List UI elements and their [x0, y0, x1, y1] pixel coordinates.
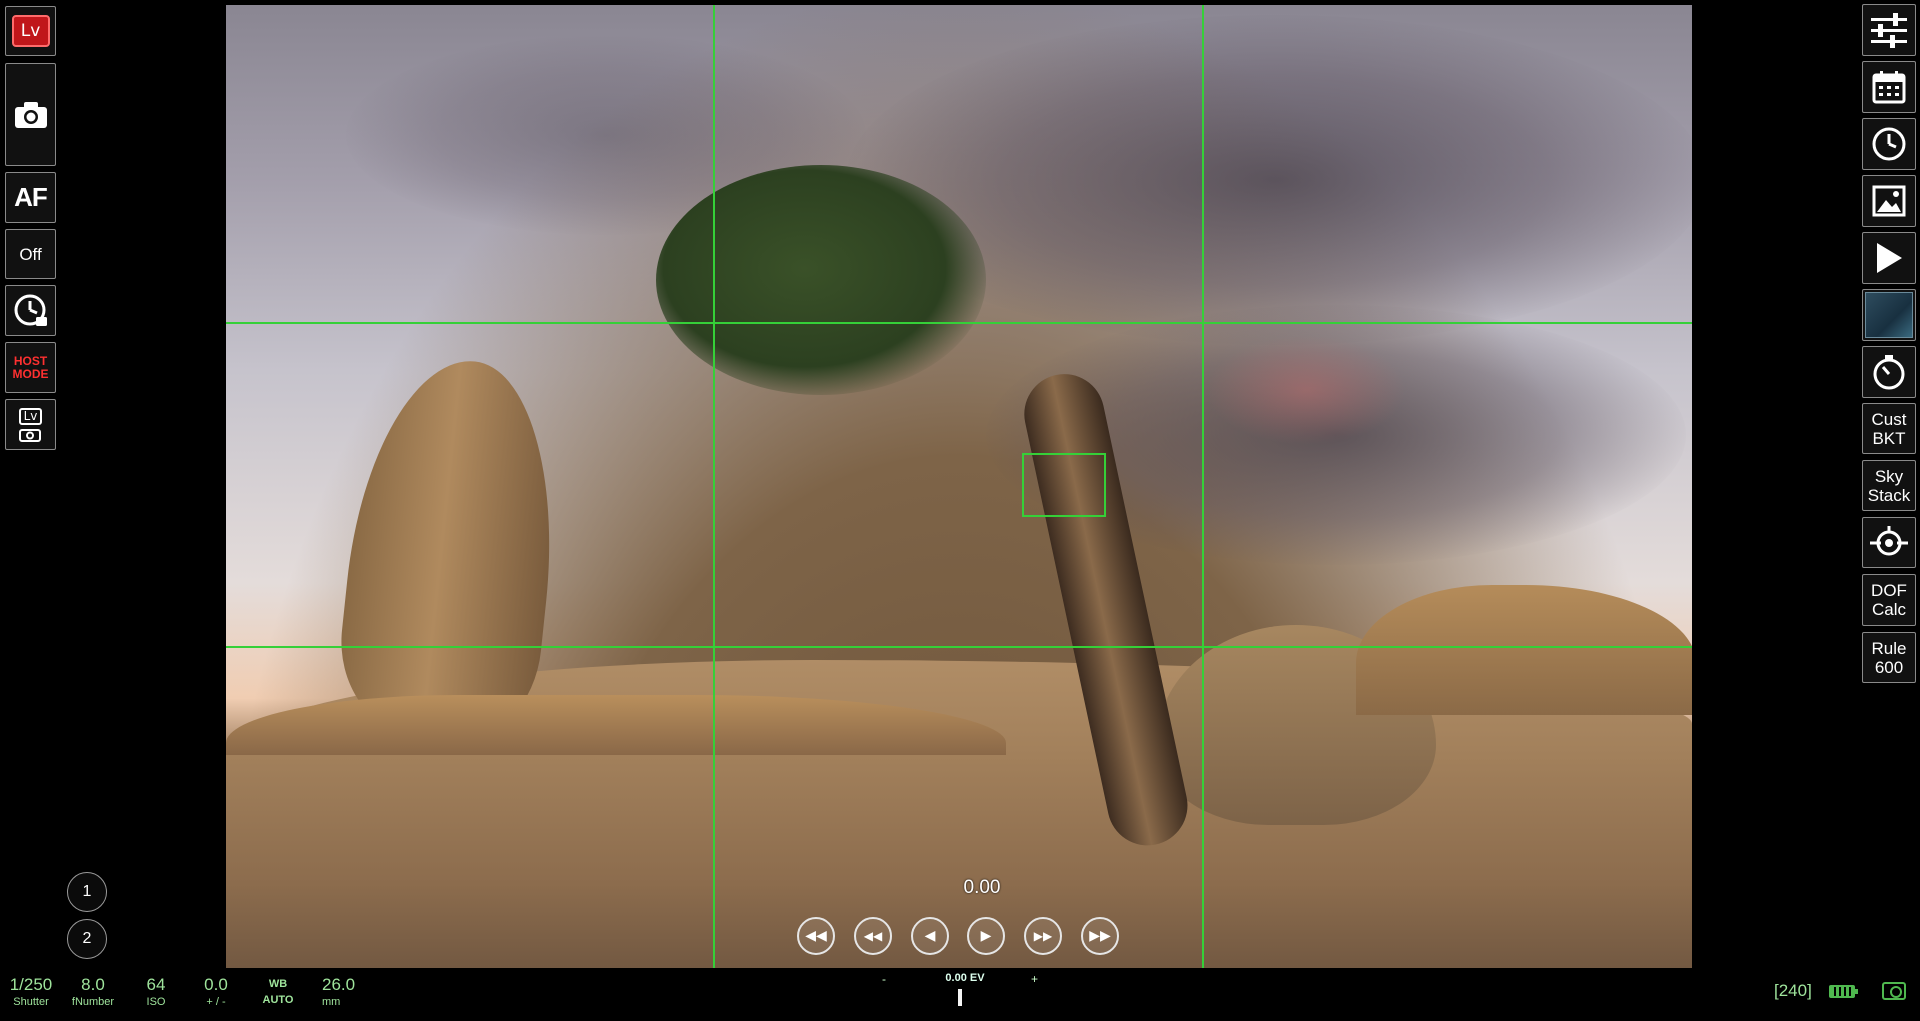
crosshair-icon: [1870, 525, 1908, 555]
small-camera-icon: [19, 428, 42, 442]
preset-1-button[interactable]: 1: [67, 872, 107, 912]
grid-line-vertical-2: [1202, 5, 1204, 968]
host-mode-button[interactable]: HOST MODE: [5, 342, 56, 393]
camera-status-icon: [1882, 982, 1906, 1000]
lv-capture-button[interactable]: Lv: [5, 399, 56, 450]
fast-rewind-icon: ◀◀: [805, 928, 827, 944]
live-view-label: Lv: [20, 21, 41, 41]
autofocus-button[interactable]: AF: [5, 172, 56, 223]
clock-history-icon: [1872, 127, 1906, 161]
dof-calc-button[interactable]: DOF Calc: [1862, 574, 1916, 626]
fnumber-value: 8.0: [81, 975, 105, 994]
sky-stack-label-1: Sky: [1874, 466, 1904, 486]
lrtimelapse-icon: [1865, 292, 1913, 338]
skip-forward-icon: ▶▶: [1089, 928, 1111, 944]
mode-off-button[interactable]: Off: [5, 229, 56, 279]
rewind-icon: ◀◀: [863, 929, 883, 943]
skip-forward-button[interactable]: ▶▶: [1081, 917, 1119, 955]
step-forward-button[interactable]: ▶: [967, 917, 1005, 955]
grid-line-horizontal-2: [226, 646, 1692, 648]
battery-icon: [1829, 985, 1858, 998]
white-balance-value: AUTO: [262, 994, 294, 1006]
live-view-image[interactable]: 0.00 ◀◀ ◀◀ ◀ ▶ ▶▶ ▶▶: [226, 5, 1692, 968]
tree-canopy: [656, 165, 986, 395]
iso-status[interactable]: 64 ISO: [138, 976, 174, 1010]
scheduler-button[interactable]: [1862, 61, 1916, 113]
shutter-label: Shutter: [13, 996, 49, 1008]
step-forward-icon: ▶: [980, 928, 992, 944]
fast-rewind-button[interactable]: ◀◀: [797, 917, 835, 955]
fast-forward-button[interactable]: ▶▶: [1024, 917, 1062, 955]
exposure-compensation-status[interactable]: 0.0 + / -: [198, 976, 234, 1010]
iso-value: 64: [146, 975, 166, 994]
shutter-status[interactable]: 1/250 Shutter: [6, 976, 56, 1010]
focal-length-label: mm: [322, 996, 341, 1008]
capture-button[interactable]: [5, 63, 56, 166]
mode-off-label: Off: [19, 244, 42, 264]
timelapse-icon: [14, 294, 47, 326]
fnumber-label: fNumber: [71, 996, 115, 1008]
autofocus-label: AF: [14, 182, 48, 212]
distant-rocks-right: [1356, 585, 1692, 715]
iso-label: ISO: [146, 996, 166, 1008]
gallery-button[interactable]: [1862, 175, 1916, 227]
white-balance-status[interactable]: WB AUTO: [258, 976, 298, 1008]
sky-stack-label-2: Stack: [1867, 485, 1911, 505]
ev-scale-marker: [958, 989, 962, 1006]
dof-calc-label-1: DOF: [1871, 581, 1907, 600]
white-balance-label: WB: [268, 978, 288, 990]
live-view-icon: Lv: [11, 15, 50, 47]
dof-calc-label-2: Calc: [1871, 600, 1906, 619]
rewind-button[interactable]: ◀◀: [854, 917, 892, 955]
grid-line-vertical-1: [713, 5, 715, 968]
preset-2-button[interactable]: 2: [67, 919, 107, 959]
exposure-compensation-label: + / -: [206, 996, 226, 1008]
rule-600-button[interactable]: Rule 600: [1862, 632, 1916, 683]
step-back-button[interactable]: ◀: [911, 917, 949, 955]
ev-scale-plus: +: [1031, 972, 1039, 986]
history-timer-button[interactable]: [1862, 118, 1916, 170]
exposure-compensation-value: 0.0: [204, 975, 228, 994]
calendar-icon: [1872, 71, 1906, 104]
playback-button[interactable]: [1862, 232, 1916, 284]
fast-forward-icon: ▶▶: [1033, 929, 1053, 943]
focus-area-box[interactable]: [1022, 453, 1106, 517]
ev-overlay-value: 0.00: [963, 877, 1001, 898]
host-mode-label-2: MODE: [12, 366, 49, 381]
ev-scale-readout: 0.00 EV: [945, 972, 985, 984]
self-timer-button[interactable]: [1862, 346, 1916, 398]
camera-icon: [14, 101, 47, 128]
focal-length-value: 26.0: [322, 975, 356, 994]
intervalometer-button[interactable]: [5, 285, 56, 336]
host-mode-label-1: HOST: [13, 353, 48, 368]
settings-button[interactable]: [1862, 4, 1916, 56]
shutter-value: 1/250: [9, 975, 53, 994]
custom-bracketing-button[interactable]: Cust BKT: [1862, 403, 1916, 454]
rule-600-label-2: 600: [1874, 657, 1904, 677]
sliders-icon: [1871, 13, 1907, 48]
step-back-icon: ◀: [924, 928, 936, 944]
focal-length-status[interactable]: 26.0 mm: [322, 976, 360, 1010]
lrtimelapse-button[interactable]: [1862, 289, 1916, 341]
rule-600-label-1: Rule: [1871, 638, 1907, 658]
custom-bracketing-label-1: Cust: [1871, 409, 1907, 429]
preset-2-label: 2: [82, 930, 92, 947]
shots-remaining: [240]: [1774, 981, 1812, 1000]
lv-capture-label: Lv: [18, 407, 43, 425]
grid-line-horizontal-1: [226, 322, 1692, 324]
custom-bracketing-label-2: BKT: [1872, 428, 1906, 448]
lv-capture-icon: Lv: [18, 407, 43, 442]
sky-stack-button[interactable]: Sky Stack: [1862, 460, 1916, 511]
ev-scale-minus: -: [882, 972, 886, 986]
pink-glow: [1206, 335, 1406, 445]
preset-1-label: 1: [82, 883, 92, 900]
live-view-button[interactable]: Lv: [5, 6, 56, 56]
fnumber-status[interactable]: 8.0 fNumber: [68, 976, 118, 1010]
image-icon: [1872, 185, 1906, 217]
focus-target-button[interactable]: [1862, 517, 1916, 568]
stopwatch-icon: [1873, 355, 1905, 390]
play-icon: [1877, 243, 1902, 273]
